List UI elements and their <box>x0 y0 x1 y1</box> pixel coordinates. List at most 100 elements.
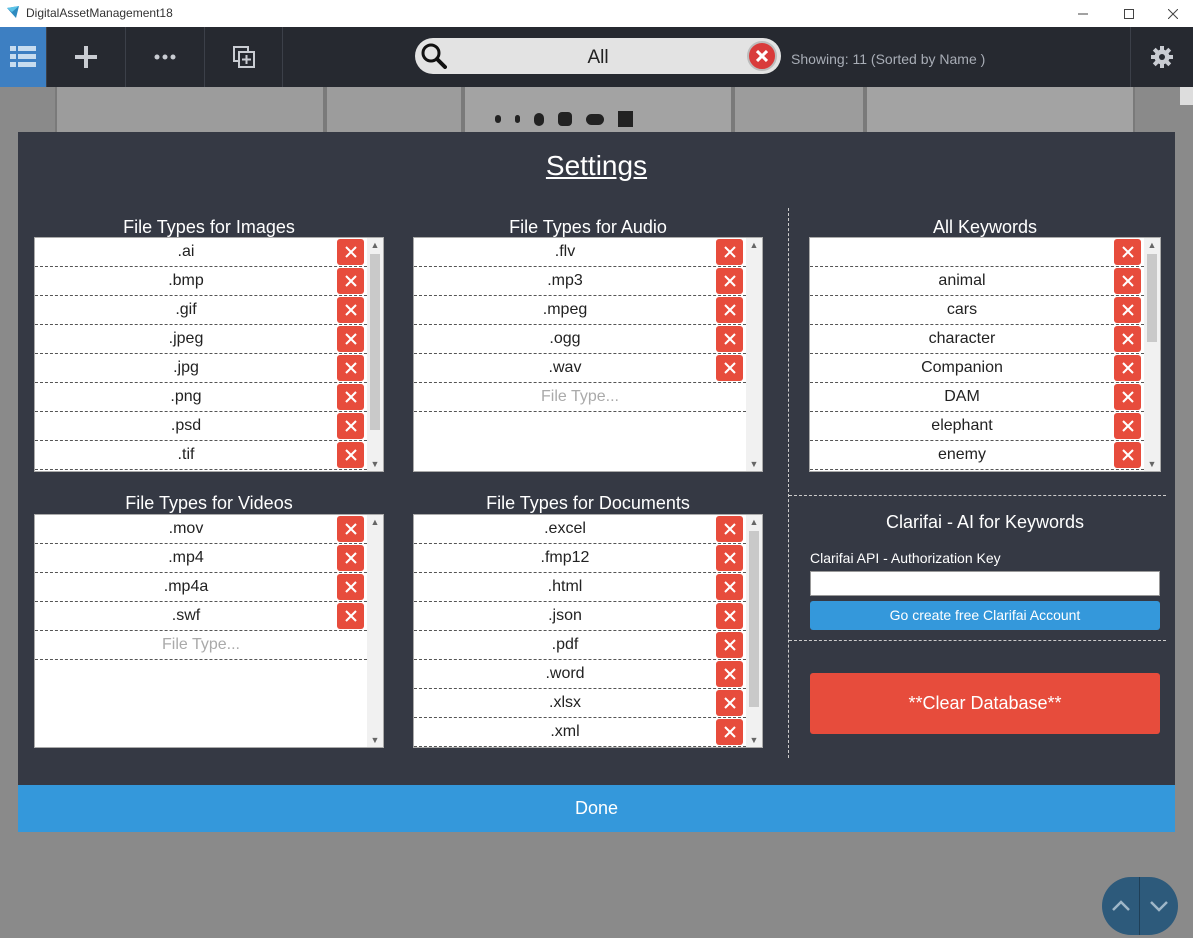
remove-item-button[interactable] <box>1114 384 1141 410</box>
list-item[interactable]: Companion <box>810 354 1144 383</box>
remove-item-button[interactable] <box>716 574 743 600</box>
scroll-down-icon[interactable]: ▼ <box>367 457 383 471</box>
remove-item-button[interactable] <box>1114 442 1141 468</box>
list-item[interactable]: .mov <box>35 515 367 544</box>
scrollbar-thumb[interactable] <box>1147 254 1157 342</box>
scrollbar[interactable]: ▲ ▼ <box>746 515 762 747</box>
list-item[interactable]: .xml <box>414 718 746 747</box>
list-item[interactable]: enemy <box>810 441 1144 470</box>
remove-item-button[interactable] <box>337 603 364 629</box>
done-button[interactable]: Done <box>18 785 1175 832</box>
remove-item-button[interactable] <box>337 268 364 294</box>
remove-item-button[interactable] <box>337 413 364 439</box>
new-file-type-row[interactable]: File Type... <box>414 383 746 412</box>
audio-types-list[interactable]: .flv .mp3 .mpeg .ogg .wav File Type... ▲ ▼ <box>413 237 763 472</box>
list-item[interactable] <box>810 238 1144 267</box>
list-item[interactable]: .jpeg <box>35 325 367 354</box>
asset-card[interactable] <box>733 87 865 137</box>
scrollbar-thumb[interactable] <box>749 531 759 707</box>
close-window-button[interactable] <box>1150 0 1193 27</box>
list-item[interactable]: .psd <box>35 412 367 441</box>
list-item[interactable]: .json <box>414 602 746 631</box>
list-item[interactable]: .mp4a <box>35 573 367 602</box>
remove-item-button[interactable] <box>337 239 364 265</box>
scroll-down-icon[interactable]: ▼ <box>367 733 383 747</box>
remove-item-button[interactable] <box>1114 413 1141 439</box>
background-scrollbar[interactable] <box>1180 87 1193 105</box>
remove-item-button[interactable] <box>716 661 743 687</box>
remove-item-button[interactable] <box>1114 239 1141 265</box>
list-item[interactable]: .xlsx <box>414 689 746 718</box>
image-types-list[interactable]: .ai .bmp .gif .jpeg .jpg .png .psd .tif ▲ ▼ <box>34 237 384 472</box>
list-item[interactable]: .png <box>35 383 367 412</box>
remove-item-button[interactable] <box>716 719 743 745</box>
search-box[interactable]: All <box>415 38 781 74</box>
remove-item-button[interactable] <box>716 545 743 571</box>
list-view-button[interactable] <box>0 27 47 87</box>
remove-item-button[interactable] <box>337 384 364 410</box>
scrollbar[interactable]: ▲ ▼ <box>367 515 383 747</box>
scrollbar-thumb[interactable] <box>370 254 380 430</box>
remove-item-button[interactable] <box>337 326 364 352</box>
scroll-up-icon[interactable]: ▲ <box>367 238 383 252</box>
remove-item-button[interactable] <box>716 268 743 294</box>
maximize-button[interactable] <box>1106 0 1152 27</box>
remove-item-button[interactable] <box>337 355 364 381</box>
scroll-up-icon[interactable]: ▲ <box>746 515 762 529</box>
list-item[interactable]: .mpeg <box>414 296 746 325</box>
new-file-type-input[interactable]: File Type... <box>414 388 746 406</box>
scrollbar[interactable]: ▲ ▼ <box>746 238 762 471</box>
scroll-up-icon[interactable]: ▲ <box>1144 238 1160 252</box>
keywords-list[interactable]: animal cars character Companion DAM elephant e… <box>809 237 1161 472</box>
list-item[interactable]: .excel <box>414 515 746 544</box>
list-item[interactable]: .word <box>414 660 746 689</box>
list-item[interactable]: .ai <box>35 238 367 267</box>
scroll-up-icon[interactable]: ▲ <box>367 515 383 529</box>
remove-item-button[interactable] <box>716 239 743 265</box>
remove-item-button[interactable] <box>337 574 364 600</box>
list-item[interactable]: .swf <box>35 602 367 631</box>
new-file-type-row[interactable]: File Type... <box>35 631 367 660</box>
asset-card[interactable] <box>55 87 325 137</box>
list-item[interactable]: .mp3 <box>414 267 746 296</box>
list-item[interactable]: .fmp12 <box>414 544 746 573</box>
list-item[interactable]: .ogg <box>414 325 746 354</box>
list-item[interactable]: .wav <box>414 354 746 383</box>
remove-item-button[interactable] <box>1114 355 1141 381</box>
remove-item-button[interactable] <box>337 442 364 468</box>
list-item[interactable]: .flv <box>414 238 746 267</box>
list-item[interactable]: DAM <box>810 383 1144 412</box>
search-input[interactable]: All <box>415 47 781 69</box>
list-item[interactable]: character <box>810 325 1144 354</box>
list-item[interactable]: .mp4 <box>35 544 367 573</box>
remove-item-button[interactable] <box>716 516 743 542</box>
settings-button[interactable] <box>1130 27 1193 87</box>
remove-item-button[interactable] <box>716 355 743 381</box>
scroll-down-icon[interactable]: ▼ <box>1144 457 1160 471</box>
list-item[interactable]: animal <box>810 267 1144 296</box>
list-item[interactable]: .tif <box>35 441 367 470</box>
add-button[interactable] <box>47 27 126 87</box>
scrollbar[interactable]: ▲ ▼ <box>1144 238 1160 471</box>
asset-card[interactable] <box>325 87 463 137</box>
asset-card[interactable] <box>865 87 1135 137</box>
clear-database-button[interactable]: **Clear Database** <box>810 673 1160 734</box>
scrollbar[interactable]: ▲ ▼ <box>367 238 383 471</box>
scroll-up-icon[interactable]: ▲ <box>746 238 762 252</box>
document-types-list[interactable]: .excel .fmp12 .html .json .pdf .word .xlsx .xml… <box>413 514 763 748</box>
remove-item-button[interactable] <box>1114 326 1141 352</box>
list-item[interactable]: cars <box>810 296 1144 325</box>
scroll-down-button[interactable] <box>1140 877 1178 935</box>
add-collection-button[interactable] <box>205 27 283 87</box>
remove-item-button[interactable] <box>716 297 743 323</box>
video-types-list[interactable]: .mov .mp4 .mp4a .swf File Type... ▲ ▼ <box>34 514 384 748</box>
scroll-up-button[interactable] <box>1102 877 1140 935</box>
remove-item-button[interactable] <box>716 632 743 658</box>
minimize-button[interactable] <box>1060 0 1106 27</box>
remove-item-button[interactable] <box>716 326 743 352</box>
remove-item-button[interactable] <box>1114 268 1141 294</box>
new-file-type-input[interactable]: File Type... <box>35 636 367 654</box>
remove-item-button[interactable] <box>716 603 743 629</box>
remove-item-button[interactable] <box>337 516 364 542</box>
create-clarifai-account-button[interactable]: Go create free Clarifai Account <box>810 601 1160 630</box>
